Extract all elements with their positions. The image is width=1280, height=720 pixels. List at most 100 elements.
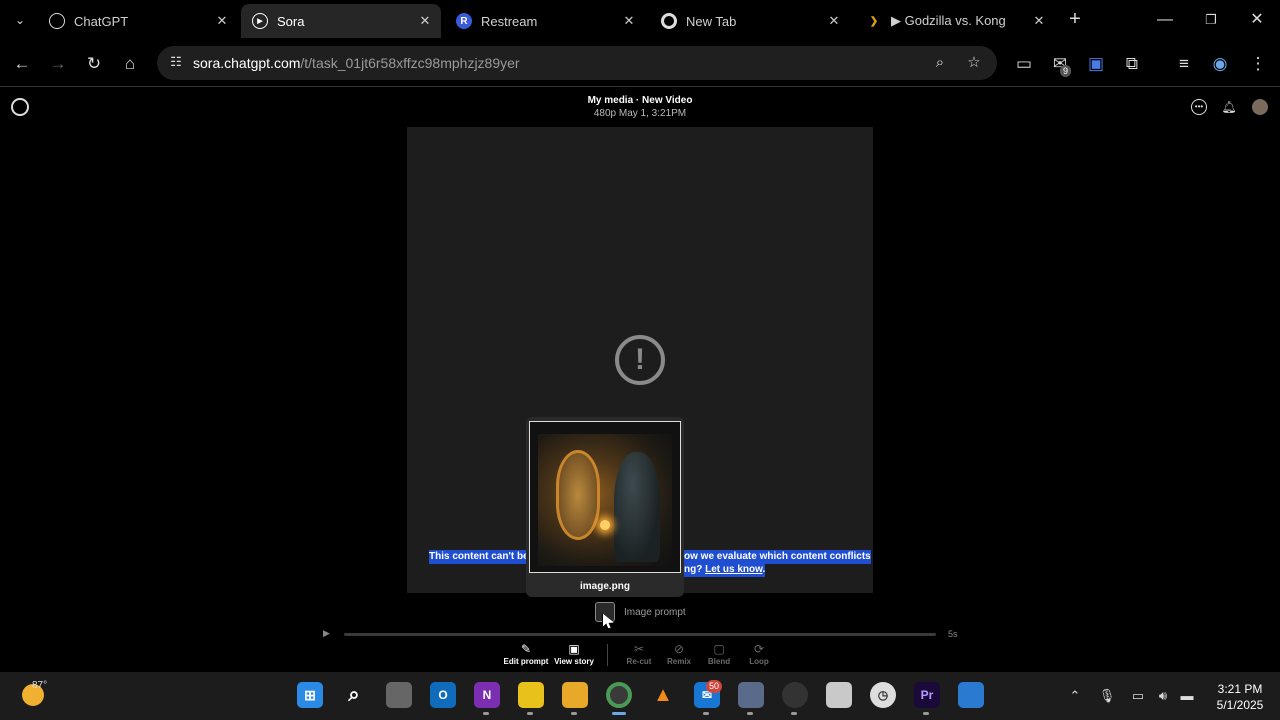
snipping-tool-icon[interactable]: [738, 682, 764, 708]
clock-date: 5/1/2025: [1216, 698, 1264, 712]
battery-icon[interactable]: ▬: [1178, 687, 1196, 705]
reload-icon[interactable]: ↻: [82, 52, 106, 76]
action-label: Edit prompt: [503, 657, 549, 666]
task-view-icon[interactable]: [386, 682, 412, 708]
tab-restream[interactable]: R Restream ✕: [445, 4, 645, 38]
tab-sora[interactable]: ▶ Sora ✕: [241, 4, 441, 38]
prompt-image-preview: [529, 421, 681, 573]
child-figure-shape: [614, 452, 660, 562]
image-prompt-tooltip: image.png: [526, 417, 684, 597]
running-indicator: [923, 712, 929, 715]
running-indicator: [483, 712, 489, 715]
error-exclamation-icon: !: [615, 335, 665, 385]
sora-page: My media · New Video 480p May 1, 3:21PM …: [0, 88, 1280, 672]
close-icon[interactable]: ✕: [415, 13, 435, 29]
play-icon[interactable]: ▶: [323, 628, 330, 639]
extensions-puzzle-icon[interactable]: ⧉: [1120, 52, 1144, 76]
home-icon[interactable]: ⌂: [118, 52, 142, 76]
notifications-bell-icon[interactable]: 🔔︎: [1221, 99, 1237, 115]
tab-title: Sora: [277, 13, 305, 29]
mail-badge: 50: [706, 680, 723, 693]
windows-start-icon[interactable]: ⊞: [297, 682, 323, 708]
premiere-pro-icon[interactable]: Pr: [914, 682, 940, 708]
restream-icon: R: [456, 13, 472, 29]
more-menu-icon[interactable]: ⋮: [1246, 52, 1270, 76]
url-host: sora.chatgpt.com: [193, 55, 301, 71]
bookmark-star-icon[interactable]: ☆: [963, 52, 985, 74]
chevron-up-icon[interactable]: ⌃: [1066, 687, 1084, 705]
warning-text-tail: ng?: [684, 564, 703, 575]
running-indicator: [703, 712, 709, 715]
warning-period: .: [762, 564, 766, 575]
video-timeline[interactable]: [344, 633, 936, 636]
volume-icon[interactable]: 🔊︎: [1154, 687, 1172, 705]
tab-title: New Tab: [686, 13, 737, 29]
forward-arrow-icon[interactable]: →: [46, 52, 70, 76]
close-icon[interactable]: ✕: [1029, 13, 1049, 29]
window-close-button[interactable]: ✕: [1242, 8, 1272, 32]
obs-icon[interactable]: [782, 682, 808, 708]
mirror-shape: [556, 450, 600, 540]
let-us-know-link[interactable]: Let us know: [705, 564, 762, 575]
tab-title: Restream: [481, 13, 538, 29]
tab-search-button[interactable]: ⌄: [8, 9, 32, 31]
chrome-icon: [661, 13, 677, 29]
reading-list-icon[interactable]: ≡: [1172, 52, 1196, 76]
close-icon[interactable]: ✕: [619, 13, 639, 29]
search-icon[interactable]: ⌕: [341, 682, 367, 708]
profile-avatar-icon[interactable]: ◉: [1208, 52, 1232, 76]
sticky-notes-icon[interactable]: [518, 682, 544, 708]
url-path: /t/task_01jt6r58xffzc98mphzjz89yer: [300, 55, 520, 71]
image-prompt-label: Image prompt: [624, 607, 686, 618]
minimize-button[interactable]: —: [1150, 8, 1180, 32]
tab-new-tab[interactable]: New Tab ✕: [650, 4, 850, 38]
more-options-icon[interactable]: •••: [1191, 99, 1207, 115]
candle-glow-shape: [600, 520, 610, 530]
warning-text: ng? Let us know.: [684, 563, 766, 577]
new-tab-button[interactable]: +: [1063, 8, 1087, 32]
microphone-icon[interactable]: 🎙︎: [1098, 687, 1116, 705]
media-icon[interactable]: ▭: [1012, 52, 1036, 76]
site-info-icon[interactable]: ☷: [167, 54, 185, 72]
system-clock[interactable]: 3:21 PM 5/1/2025: [1208, 681, 1272, 713]
view-story-button[interactable]: ▣ View story: [549, 642, 599, 666]
tab-chatgpt[interactable]: ChatGPT ✕: [38, 4, 238, 38]
plex-icon: ❯: [866, 13, 882, 29]
loop-button[interactable]: ⟳ Loop: [734, 642, 784, 666]
network-icon[interactable]: ▭: [1129, 687, 1147, 705]
page-title: My media · New Video: [587, 95, 693, 106]
outlook-icon[interactable]: O: [430, 682, 456, 708]
sora-icon: ▶: [252, 13, 268, 29]
prompt-image: [538, 434, 672, 566]
url-text[interactable]: sora.chatgpt.com/t/task_01jt6r58xffzc98m…: [193, 55, 520, 71]
chrome-taskbar-icon[interactable]: [606, 682, 632, 708]
file-explorer-icon[interactable]: [562, 682, 588, 708]
action-divider: [607, 644, 608, 666]
action-label: View story: [554, 657, 594, 666]
onenote-icon[interactable]: N: [474, 682, 500, 708]
docs-extension-icon[interactable]: ▣: [1084, 52, 1108, 76]
loop-icon: ⟳: [753, 642, 765, 656]
tab-strip: ⌄ ChatGPT ✕ ▶ Sora ✕ R Restream ✕ New Ta…: [0, 0, 1280, 41]
tab-title: ▶ Godzilla vs. Kong: [891, 13, 1006, 28]
temperature: 87°: [32, 680, 48, 691]
running-indicator: [527, 712, 533, 715]
close-icon[interactable]: ✕: [212, 13, 232, 29]
photos-icon[interactable]: [958, 682, 984, 708]
edit-prompt-button[interactable]: ✎ Edit prompt: [501, 642, 551, 666]
image-filename: image.png: [579, 581, 630, 592]
duration-label: 5s: [948, 629, 958, 639]
tab-title: ChatGPT: [74, 13, 129, 29]
address-bar[interactable]: ☷ sora.chatgpt.com/t/task_01jt6r58xffzc9…: [157, 46, 997, 80]
tab-godzilla[interactable]: ❯ ▶ Godzilla vs. Kong ✕: [855, 4, 1055, 38]
vlc-icon[interactable]: ▲: [650, 682, 676, 708]
zoom-icon[interactable]: ⌕: [929, 52, 951, 74]
clock-app-icon[interactable]: ◷: [870, 682, 896, 708]
back-arrow-icon[interactable]: ←: [10, 52, 34, 76]
story-icon: ▣: [568, 642, 580, 656]
restore-button[interactable]: ❐: [1196, 8, 1226, 32]
user-avatar[interactable]: [1252, 99, 1268, 115]
notepad-icon[interactable]: [826, 682, 852, 708]
close-icon[interactable]: ✕: [824, 13, 844, 29]
running-indicator: [747, 712, 753, 715]
